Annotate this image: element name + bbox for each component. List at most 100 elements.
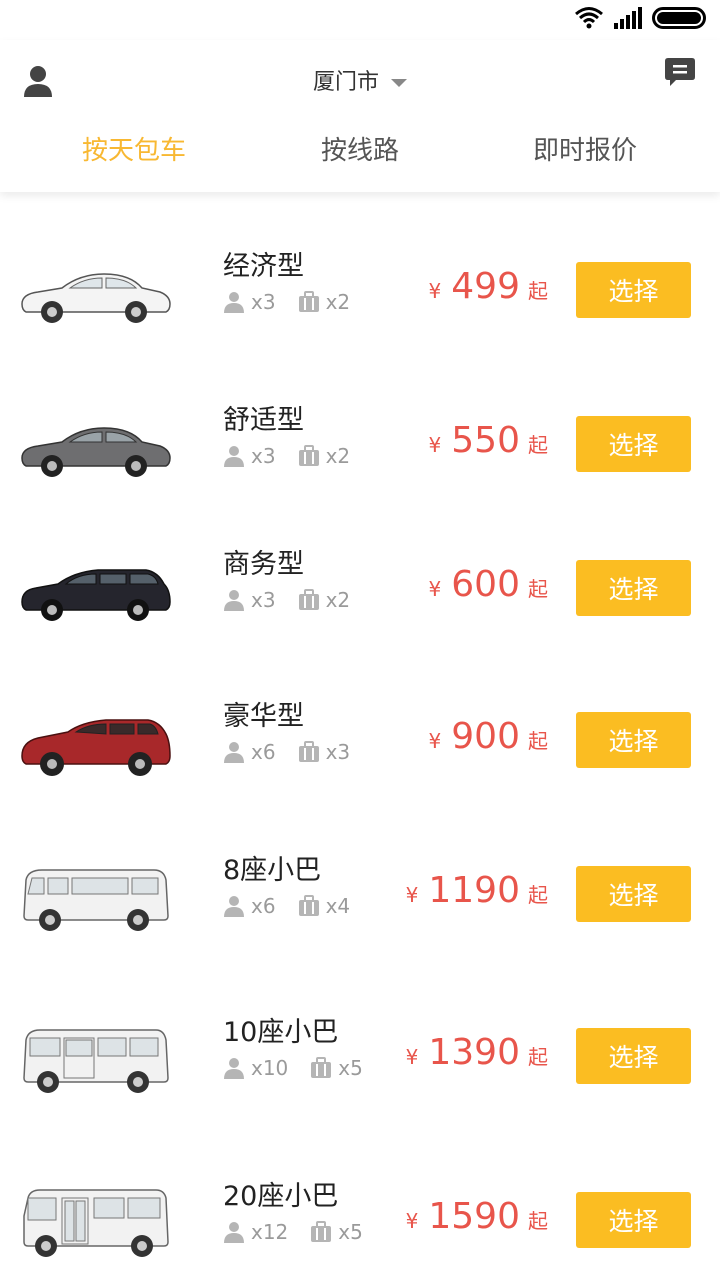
- vehicle-capacity: x3 x2: [223, 444, 372, 468]
- price: ¥1390 起: [406, 1032, 548, 1073]
- luggage-icon: [298, 895, 319, 916]
- price: ¥1190 起: [406, 870, 548, 911]
- vehicle-capacity: x3 x2: [223, 290, 372, 314]
- tab-bar: 按天包车 按线路 即时报价: [0, 130, 720, 170]
- vehicle-capacity: x12 x5: [223, 1220, 385, 1244]
- red-suv-icon: [21, 719, 171, 776]
- person-icon: [224, 446, 244, 467]
- price-suffix: 起: [528, 433, 548, 457]
- passenger-count: x3: [251, 444, 276, 468]
- vehicle-name: 20座小巴: [223, 1181, 339, 1212]
- select-button[interactable]: 选择: [576, 1192, 691, 1248]
- luggage-icon: [298, 741, 319, 762]
- select-button[interactable]: 选择: [576, 416, 691, 472]
- price-value: 900: [451, 716, 520, 757]
- vehicle-name: 8座小巴: [223, 855, 322, 886]
- vehicle-row-20-seat: 20座小巴 x12 x5 ¥1590 起 选择: [0, 1168, 720, 1288]
- wifi-icon: [575, 7, 603, 29]
- luggage-icon: [298, 291, 319, 312]
- currency-symbol: ¥: [428, 577, 442, 601]
- price: ¥1590 起: [406, 1196, 548, 1237]
- gray-sedan-icon: [21, 427, 171, 477]
- passenger-count: x3: [251, 290, 276, 314]
- luggage-icon: [298, 589, 319, 610]
- select-button[interactable]: 选择: [576, 712, 691, 768]
- price-suffix: 起: [528, 883, 548, 907]
- city-selector[interactable]: 厦门市: [0, 64, 720, 96]
- price: ¥600 起: [429, 564, 548, 605]
- vehicle-row-10-seat: 10座小巴 x10 x5 ¥1390 起 选择: [0, 1004, 720, 1124]
- price-suffix: 起: [528, 577, 548, 601]
- vehicle-name: 豪华型: [223, 701, 304, 732]
- white-minibus-icon: [23, 1029, 169, 1093]
- person-icon: [224, 896, 244, 917]
- vehicle-row-economy: 经济型 x3 x2 ¥499 起 选择: [0, 238, 720, 358]
- price-value: 1390: [428, 1032, 520, 1073]
- price-suffix: 起: [528, 1209, 548, 1233]
- currency-symbol: ¥: [405, 1045, 419, 1069]
- vehicle-row-8-seat: 8座小巴 x6 x4 ¥1190 起 选择: [0, 842, 720, 962]
- passenger-count: x6: [251, 740, 276, 764]
- white-bus-icon: [23, 1189, 169, 1257]
- currency-symbol: ¥: [428, 729, 442, 753]
- select-button[interactable]: 选择: [576, 560, 691, 616]
- passenger-count: x6: [251, 894, 276, 918]
- price-suffix: 起: [528, 279, 548, 303]
- vehicle-row-luxury: 豪华型 x6 x3 ¥900 起 选择: [0, 688, 720, 808]
- vehicle-capacity: x6 x3: [223, 740, 372, 764]
- luggage-count: x4: [325, 894, 351, 918]
- status-bar: [0, 0, 720, 40]
- message-icon[interactable]: [664, 56, 696, 88]
- select-button[interactable]: 选择: [576, 1028, 691, 1084]
- chevron-down-icon: [391, 79, 407, 87]
- vehicle-name: 商务型: [223, 549, 304, 580]
- passenger-count: x10: [251, 1056, 289, 1080]
- vehicle-row-comfort: 舒适型 x3 x2 ¥550 起 选择: [0, 392, 720, 512]
- price-value: 550: [451, 420, 520, 461]
- person-icon: [224, 292, 244, 313]
- luggage-count: x2: [325, 290, 351, 314]
- person-icon: [224, 1058, 244, 1079]
- luggage-icon: [311, 1221, 332, 1242]
- price: ¥499 起: [429, 266, 548, 307]
- currency-symbol: ¥: [405, 883, 419, 907]
- price: ¥900 起: [429, 716, 548, 757]
- select-button[interactable]: 选择: [576, 866, 691, 922]
- vehicle-capacity: x6 x4: [223, 894, 372, 918]
- price: ¥550 起: [429, 420, 548, 461]
- person-icon: [224, 742, 244, 763]
- signal-icon: [614, 7, 642, 29]
- passenger-count: x12: [251, 1220, 289, 1244]
- luggage-icon: [298, 445, 319, 466]
- select-button[interactable]: 选择: [576, 262, 691, 318]
- luggage-count: x5: [338, 1220, 363, 1244]
- luggage-count: x5: [338, 1056, 363, 1080]
- price-suffix: 起: [528, 1045, 548, 1069]
- person-icon: [224, 1222, 244, 1243]
- luggage-count: x2: [325, 444, 351, 468]
- vehicle-name: 10座小巴: [223, 1017, 339, 1048]
- battery-icon: [652, 7, 706, 29]
- vehicle-name: 舒适型: [223, 405, 304, 436]
- vehicle-capacity: x3 x2: [223, 588, 372, 612]
- white-van-icon: [23, 869, 169, 931]
- currency-symbol: ¥: [428, 279, 442, 303]
- price-value: 1590: [428, 1196, 520, 1237]
- tab-instant-quote[interactable]: 即时报价: [465, 130, 705, 167]
- black-wagon-icon: [21, 569, 171, 621]
- white-sedan-icon: [21, 273, 171, 323]
- tab-by-route[interactable]: 按线路: [240, 130, 480, 167]
- vehicle-name: 经济型: [223, 251, 304, 282]
- vehicle-row-business: 商务型 x3 x2 ¥600 起 选择: [0, 536, 720, 656]
- top-header: 厦门市 按天包车 按线路 即时报价: [0, 40, 720, 192]
- vehicle-capacity: x10 x5: [223, 1056, 385, 1080]
- luggage-count: x3: [325, 740, 351, 764]
- price-value: 1190: [428, 870, 520, 911]
- city-label: 厦门市: [312, 70, 379, 95]
- tab-daily-charter[interactable]: 按天包车: [14, 130, 254, 167]
- person-icon: [224, 590, 244, 611]
- price-value: 499: [451, 266, 520, 307]
- passenger-count: x3: [251, 588, 276, 612]
- price-suffix: 起: [528, 729, 548, 753]
- luggage-icon: [311, 1057, 332, 1078]
